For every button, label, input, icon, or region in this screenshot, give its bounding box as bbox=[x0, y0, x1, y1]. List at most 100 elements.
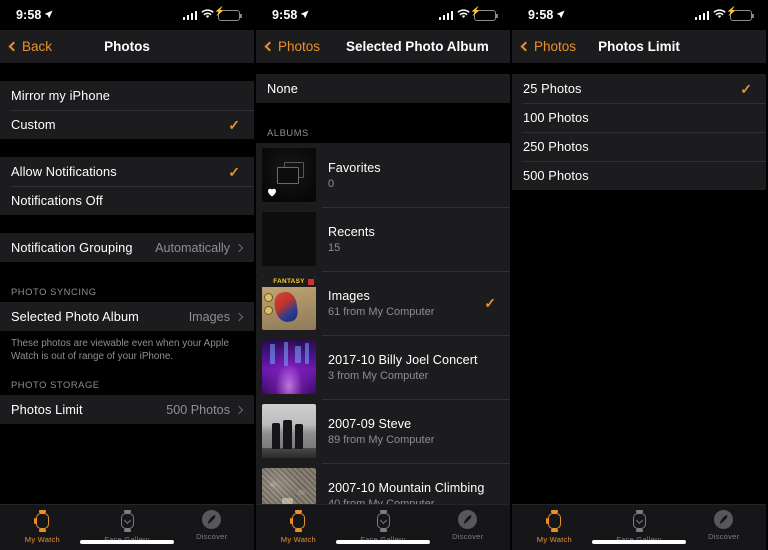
panel-photos-settings: 9:58 ⚡ Back Photos Mirror my iPhone Cust… bbox=[0, 0, 254, 550]
compass-icon bbox=[202, 510, 222, 529]
spacer bbox=[0, 262, 254, 280]
row-label: Custom bbox=[11, 117, 56, 132]
cellular-bars-icon bbox=[694, 10, 709, 20]
screenshot-thumbnail bbox=[262, 212, 316, 266]
row-notification-grouping[interactable]: Notification Grouping Automatically bbox=[0, 233, 254, 262]
checkmark-icon: ✓ bbox=[228, 163, 240, 180]
wifi-icon bbox=[457, 6, 470, 24]
status-bar-time-group: 9:58 bbox=[16, 8, 53, 22]
album-row-steve[interactable]: 2007-09 Steve 89 from My Computer bbox=[256, 399, 510, 463]
row-allow-notifications[interactable]: Allow Notifications ✓ bbox=[0, 157, 254, 186]
panel-selected-photo-album: 9:58 ⚡ Photos Selected Photo Album None … bbox=[256, 0, 510, 550]
album-row-mountain-climbing[interactable]: 2007-10 Mountain Climbing 40 from My Com… bbox=[256, 463, 510, 504]
photo-syncing-group: Selected Photo Album Images bbox=[0, 302, 254, 331]
watch-icon bbox=[288, 510, 308, 532]
row-selected-photo-album[interactable]: Selected Photo Album Images bbox=[0, 302, 254, 331]
row-mirror-my-iphone[interactable]: Mirror my iPhone bbox=[0, 81, 254, 110]
spacer bbox=[0, 63, 254, 81]
album-title: Images bbox=[328, 288, 370, 303]
home-indicator[interactable] bbox=[592, 540, 686, 544]
back-button[interactable]: Back bbox=[8, 39, 52, 54]
limit-options-scroll-area[interactable]: 25 Photos ✓ 100 Photos 250 Photos 500 Ph… bbox=[512, 63, 766, 504]
album-title: Favorites bbox=[328, 160, 381, 175]
option-250-photos[interactable]: 250 Photos bbox=[512, 132, 766, 161]
watch-icon bbox=[544, 510, 564, 532]
back-button[interactable]: Photos bbox=[520, 39, 576, 54]
home-indicator[interactable] bbox=[80, 540, 174, 544]
back-button[interactable]: Photos bbox=[264, 39, 320, 54]
album-title: 2017-10 Billy Joel Concert bbox=[328, 352, 478, 367]
tab-label: My Watch bbox=[536, 535, 572, 544]
option-500-photos[interactable]: 500 Photos bbox=[512, 161, 766, 190]
status-bar: 9:58 ⚡ bbox=[0, 0, 254, 30]
album-row-recents[interactable]: Recents 15 bbox=[256, 207, 510, 271]
checkmark-icon: ✓ bbox=[484, 295, 496, 311]
row-label: 250 Photos bbox=[523, 139, 589, 154]
tab-label: Discover bbox=[196, 532, 228, 541]
row-label: Mirror my iPhone bbox=[11, 88, 111, 103]
album-text: Favorites 0 bbox=[328, 161, 498, 190]
status-bar-time: 9:58 bbox=[272, 8, 298, 22]
battery-charging-icon: ⚡ bbox=[470, 7, 498, 21]
watch-icon bbox=[32, 510, 52, 532]
home-indicator[interactable] bbox=[336, 540, 430, 544]
photo-syncing-footnote: These photos are viewable even when your… bbox=[11, 338, 229, 363]
tab-my-watch[interactable]: My Watch bbox=[512, 510, 597, 544]
tab-label: Discover bbox=[452, 532, 484, 541]
page-title: Selected Photo Album bbox=[346, 39, 489, 54]
back-button-label: Photos bbox=[534, 39, 577, 54]
panel-photos-limit: 9:58 ⚡ Photos Photos Limit 25 Photos ✓ 1… bbox=[512, 0, 766, 550]
spacer bbox=[256, 63, 510, 74]
tab-face-gallery[interactable]: Face Gallery bbox=[341, 510, 426, 544]
section-header-photo-storage: PHOTO STORAGE bbox=[11, 379, 100, 391]
compass-icon bbox=[458, 510, 478, 529]
tab-face-gallery[interactable]: Face Gallery bbox=[597, 510, 682, 544]
cellular-bars-icon bbox=[438, 10, 453, 20]
tab-discover[interactable]: Discover bbox=[169, 510, 254, 541]
album-row-billy-joel-concert[interactable]: 2017-10 Billy Joel Concert 3 from My Com… bbox=[256, 335, 510, 399]
album-title: 2007-10 Mountain Climbing bbox=[328, 480, 485, 495]
album-scroll-area[interactable]: None ALBUMS Favorites 0 Recents 15 FANTA… bbox=[256, 63, 510, 504]
row-none[interactable]: None bbox=[256, 74, 510, 103]
status-bar-indicators: ⚡ bbox=[438, 6, 498, 24]
back-button-label: Back bbox=[22, 39, 53, 54]
row-notifications-off[interactable]: Notifications Off bbox=[0, 186, 254, 215]
section-header-photo-syncing: PHOTO SYNCING bbox=[11, 286, 97, 297]
row-label: 500 Photos bbox=[523, 168, 589, 183]
option-100-photos[interactable]: 100 Photos bbox=[512, 103, 766, 132]
tab-my-watch[interactable]: My Watch bbox=[256, 510, 341, 544]
tab-discover[interactable]: Discover bbox=[681, 510, 766, 541]
row-custom[interactable]: Custom ✓ bbox=[0, 110, 254, 139]
wifi-icon bbox=[201, 6, 214, 24]
tab-face-gallery[interactable]: Face Gallery bbox=[85, 510, 170, 544]
rocky-ground-thumbnail bbox=[262, 468, 316, 504]
album-title: 2007-09 Steve bbox=[328, 416, 412, 431]
chevron-left-icon bbox=[8, 41, 19, 52]
tab-my-watch[interactable]: My Watch bbox=[0, 510, 85, 544]
album-subtitle: 3 from My Computer bbox=[328, 369, 429, 382]
status-bar-time: 9:58 bbox=[16, 8, 42, 22]
row-label: 25 Photos bbox=[523, 81, 582, 96]
comic-book-thumbnail: FANTASY bbox=[262, 276, 316, 330]
status-bar: 9:58 ⚡ bbox=[512, 0, 766, 30]
status-bar-time-group: 9:58 bbox=[528, 8, 565, 22]
option-25-photos[interactable]: 25 Photos ✓ bbox=[512, 74, 766, 103]
row-photos-limit[interactable]: Photos Limit 500 Photos bbox=[0, 395, 254, 424]
tab-discover[interactable]: Discover bbox=[425, 510, 510, 541]
heart-icon bbox=[268, 188, 276, 197]
row-value: Images bbox=[188, 309, 230, 324]
location-arrow-icon bbox=[300, 8, 309, 22]
checkmark-icon: ✓ bbox=[228, 116, 240, 133]
tab-label: My Watch bbox=[24, 535, 60, 544]
album-row-favorites[interactable]: Favorites 0 bbox=[256, 143, 510, 207]
spacer bbox=[256, 103, 510, 121]
battery-charging-icon: ⚡ bbox=[214, 7, 242, 21]
back-button-label: Photos bbox=[278, 39, 321, 54]
row-value: Automatically bbox=[155, 240, 230, 255]
status-bar-time: 9:58 bbox=[528, 8, 554, 22]
settings-scroll-area[interactable]: Mirror my iPhone Custom ✓ Allow Notifica… bbox=[0, 63, 254, 504]
tab-label: Discover bbox=[708, 532, 740, 541]
album-subtitle: 40 from My Computer bbox=[328, 497, 435, 505]
spacer bbox=[0, 215, 254, 233]
album-row-images[interactable]: FANTASY Images 61 from My Computer ✓ bbox=[256, 271, 510, 335]
